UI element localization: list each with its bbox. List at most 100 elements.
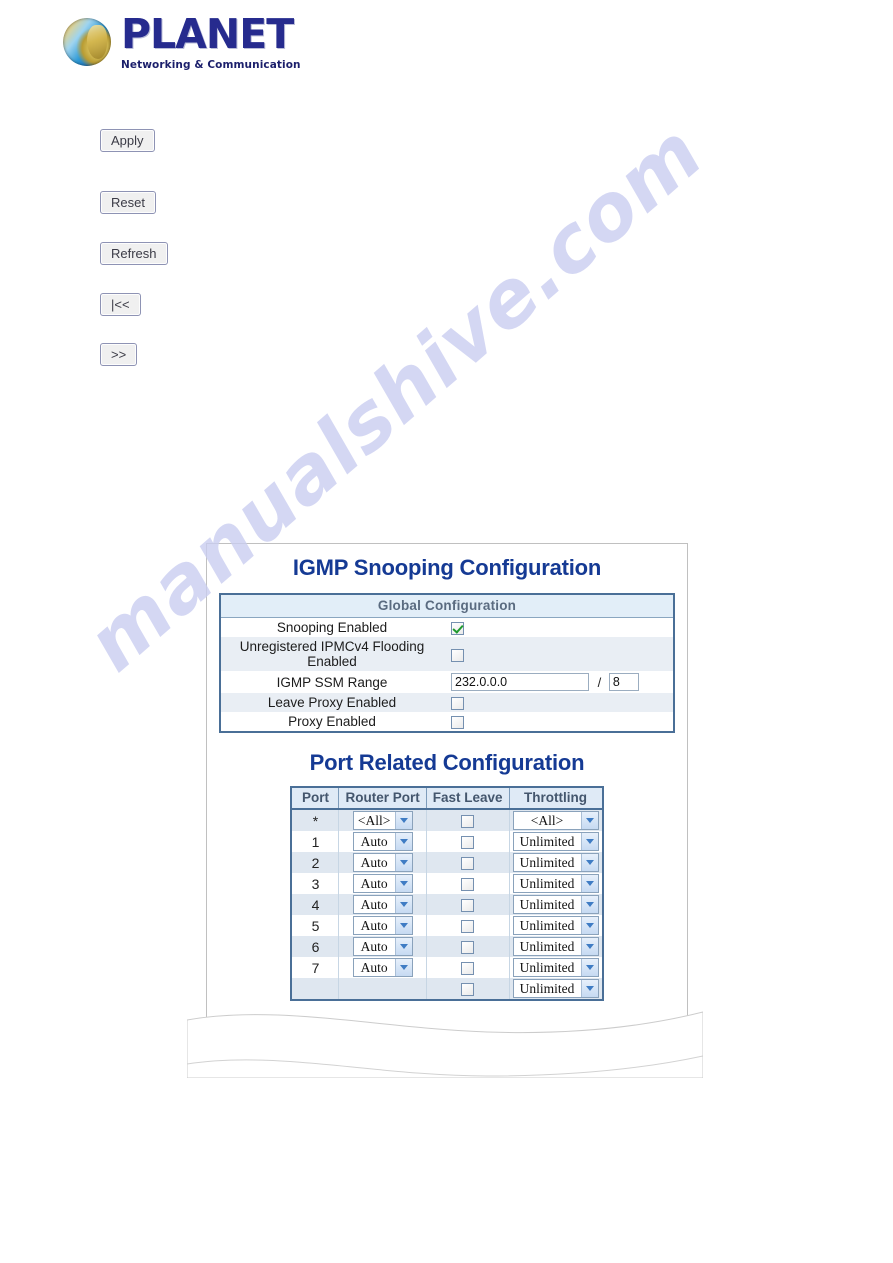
port-number-cell: 7 xyxy=(291,957,340,979)
throttling-value: Unlimited xyxy=(519,980,575,996)
global-config-header-row: Global Configuration xyxy=(220,594,674,618)
port-number-cell xyxy=(291,978,340,1001)
fast-leave-checkbox[interactable] xyxy=(461,920,475,934)
router-port-select[interactable]: Auto xyxy=(352,832,413,852)
snooping-enabled-label: Snooping Enabled xyxy=(276,620,388,636)
column-header-fast-leave: Fast Leave xyxy=(426,787,510,811)
chevron-down-icon[interactable] xyxy=(580,896,598,914)
throttling-cell: Unlimited xyxy=(509,915,603,937)
chevron-down-icon[interactable] xyxy=(580,980,598,998)
throttling-cell: <All> xyxy=(509,809,603,832)
router-port-value: Auto xyxy=(360,833,388,849)
router-port-select[interactable]: Auto xyxy=(352,874,413,894)
fast-leave-checkbox[interactable] xyxy=(461,815,475,829)
fast-leave-checkbox[interactable] xyxy=(461,962,475,976)
apply-button[interactable]: Apply xyxy=(100,129,155,152)
router-port-select[interactable]: Auto xyxy=(352,958,413,978)
unregistered-flooding-cell xyxy=(447,637,674,672)
reset-button[interactable]: Reset xyxy=(100,191,156,214)
table-row: Snooping Enabled xyxy=(220,618,674,638)
chevron-down-icon[interactable] xyxy=(394,917,412,935)
router-port-select[interactable]: Auto xyxy=(352,853,413,873)
router-port-value: Auto xyxy=(360,854,388,870)
throttling-select[interactable]: Unlimited xyxy=(512,979,599,999)
leave-proxy-enabled-checkbox[interactable] xyxy=(451,697,464,711)
unregistered-flooding-label: Unregistered IPMCv4 Flooding Enabled xyxy=(220,637,447,672)
router-port-select[interactable]: Auto xyxy=(352,916,413,936)
router-port-select[interactable]: Auto xyxy=(352,937,413,957)
chevron-down-icon[interactable] xyxy=(394,959,412,977)
throttling-value: Unlimited xyxy=(519,959,575,975)
router-port-cell: Auto xyxy=(338,936,427,958)
fast-leave-checkbox[interactable] xyxy=(461,899,475,913)
unregistered-flooding-checkbox[interactable] xyxy=(451,648,464,662)
throttling-value: Unlimited xyxy=(519,917,575,933)
chevron-down-icon[interactable] xyxy=(580,833,598,851)
chevron-down-icon[interactable] xyxy=(394,812,412,830)
chevron-down-icon[interactable] xyxy=(580,917,598,935)
table-row: Proxy Enabled xyxy=(220,712,674,732)
snooping-enabled-checkbox[interactable] xyxy=(451,622,464,636)
port-number-cell: 4 xyxy=(291,894,340,916)
router-port-cell: Auto xyxy=(338,873,427,895)
page-title: IGMP Snooping Configuration xyxy=(292,555,602,580)
throttling-select[interactable]: Unlimited xyxy=(512,853,599,873)
fast-leave-checkbox[interactable] xyxy=(461,983,475,997)
router-port-value: Auto xyxy=(360,959,388,975)
chevron-down-icon[interactable] xyxy=(394,854,412,872)
refresh-button[interactable]: Refresh xyxy=(100,242,168,265)
router-port-cell: Auto xyxy=(338,831,427,853)
chevron-down-icon[interactable] xyxy=(580,875,598,893)
fast-leave-checkbox[interactable] xyxy=(461,941,475,955)
router-port-select[interactable]: Auto xyxy=(352,895,413,915)
port-number-cell: 1 xyxy=(291,831,340,853)
chevron-down-icon[interactable] xyxy=(394,896,412,914)
table-row: 6 Auto Unlimited xyxy=(291,936,603,958)
next-page-button[interactable]: >> xyxy=(100,343,138,366)
router-port-cell: Auto xyxy=(338,894,427,916)
throttling-select[interactable]: <All> xyxy=(512,811,599,831)
throttling-select[interactable]: Unlimited xyxy=(512,937,599,957)
router-port-value: Auto xyxy=(360,938,388,954)
fast-leave-checkbox[interactable] xyxy=(461,836,475,850)
fast-leave-cell xyxy=(426,915,510,937)
throttling-cell: Unlimited xyxy=(509,936,603,958)
table-row: * <All> <All> xyxy=(291,809,603,832)
igmp-ssm-range-address-input[interactable] xyxy=(451,673,589,692)
chevron-down-icon[interactable] xyxy=(394,833,412,851)
router-port-value: <All> xyxy=(357,812,391,828)
router-port-value: Auto xyxy=(360,875,388,891)
fast-leave-checkbox[interactable] xyxy=(461,878,475,892)
proxy-enabled-checkbox[interactable] xyxy=(451,716,464,730)
chevron-down-icon[interactable] xyxy=(580,959,598,977)
chevron-down-icon[interactable] xyxy=(580,854,598,872)
fast-leave-cell xyxy=(426,978,510,1001)
chevron-down-icon[interactable] xyxy=(580,812,598,830)
chevron-down-icon[interactable] xyxy=(580,938,598,956)
router-port-select[interactable]: <All> xyxy=(352,811,413,831)
throttling-select[interactable]: Unlimited xyxy=(512,958,599,978)
chevron-down-icon[interactable] xyxy=(394,938,412,956)
igmp-ssm-range-mask-input[interactable] xyxy=(608,673,639,692)
fast-leave-checkbox[interactable] xyxy=(461,857,475,871)
leave-proxy-enabled-cell xyxy=(447,693,674,713)
throttling-cell: Unlimited xyxy=(509,873,603,895)
throttling-select[interactable]: Unlimited xyxy=(512,832,599,852)
table-row: 3 Auto Unlimited xyxy=(291,873,603,895)
throttling-select[interactable]: Unlimited xyxy=(512,895,599,915)
port-number-cell: 2 xyxy=(291,852,340,874)
router-port-cell xyxy=(338,978,427,1001)
global-configuration-table: Global Configuration Snooping Enabled Un… xyxy=(219,593,675,734)
fast-leave-cell xyxy=(426,809,510,832)
igmp-ssm-range-label: IGMP SSM Range xyxy=(276,674,388,690)
throttling-select[interactable]: Unlimited xyxy=(512,874,599,894)
ssm-separator: / xyxy=(597,674,602,690)
logo-tagline: Networking & Communication xyxy=(121,59,301,71)
throttling-cell: Unlimited xyxy=(509,957,603,979)
chevron-down-icon[interactable] xyxy=(394,875,412,893)
first-page-button[interactable]: |<< xyxy=(100,293,141,316)
igmp-ssm-range-cell: / xyxy=(447,671,674,693)
column-header-throttling: Throttling xyxy=(509,787,603,811)
throttling-select[interactable]: Unlimited xyxy=(512,916,599,936)
port-table-body: * <All> <All> 1 Auto Unlimited 2 Auto Unlimited 3… xyxy=(291,809,603,1001)
